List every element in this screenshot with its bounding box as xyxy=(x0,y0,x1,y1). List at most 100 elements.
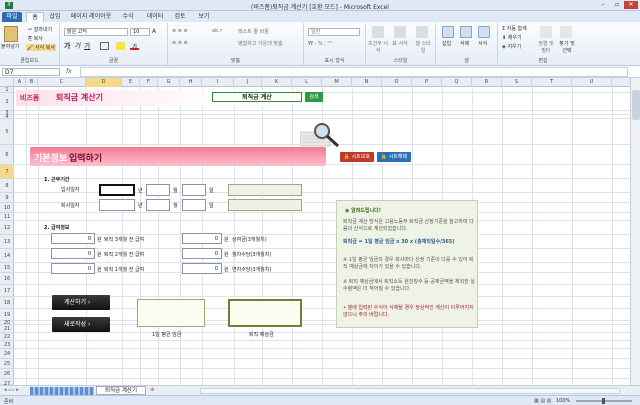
number-format-icons[interactable]: ₩ - % , ⁰⁰ xyxy=(308,41,331,47)
tool-search-box[interactable]: 퇴직금 계산 xyxy=(212,92,302,102)
copy-button[interactable]: ⎘ 복사 xyxy=(28,35,43,42)
column-header-I[interactable]: I xyxy=(202,78,234,87)
salary-2m-input[interactable]: 0 xyxy=(51,248,95,259)
reset-button[interactable]: 새로작성 › xyxy=(52,317,110,332)
column-header-P[interactable]: P xyxy=(412,78,442,87)
fill-color-icon[interactable] xyxy=(116,42,125,50)
sort-filter-button[interactable]: 정렬 및 필터 xyxy=(538,40,554,54)
tab-page-layout[interactable]: 페이지 레이아웃 xyxy=(66,12,116,22)
select-all-corner[interactable] xyxy=(0,78,14,87)
autosum-button[interactable]: Σ 자동 합계 xyxy=(502,25,527,32)
column-header-B[interactable]: B xyxy=(26,78,38,87)
column-header-G[interactable]: G xyxy=(158,78,180,87)
cell-style-button[interactable]: 셀 스타일 xyxy=(414,40,432,54)
sheet-tab-active[interactable]: 퇴직금 계산기 xyxy=(96,386,146,395)
unprotect-sheet-button[interactable]: 🔒 시트해제 xyxy=(377,152,411,162)
restore-icon[interactable]: ▫ xyxy=(610,1,624,9)
merge-center-button[interactable]: 병합하고 가운데 맞춤 xyxy=(238,40,283,47)
salary-1m-input[interactable]: 0 xyxy=(51,263,95,274)
italic-icon[interactable]: 가 xyxy=(74,41,80,51)
row-header-25[interactable]: 25 xyxy=(0,359,14,369)
protect-sheet-button[interactable]: 🔒 시트보호 xyxy=(340,152,374,162)
formula-input[interactable] xyxy=(80,67,628,77)
sheet-nav-icons[interactable]: ◂ ◃ ▹ ▸ xyxy=(4,387,19,393)
close-icon[interactable]: ✕ xyxy=(624,1,638,9)
number-format-select[interactable]: 일반 xyxy=(308,28,360,36)
sheet-tab-hidden[interactable] xyxy=(30,387,94,395)
bold-icon[interactable]: 가 xyxy=(64,41,70,51)
bonus-input[interactable]: 0 xyxy=(182,233,222,244)
find-select-button[interactable]: 찾기 및 선택 xyxy=(558,40,576,54)
join-month-input[interactable] xyxy=(146,184,170,196)
column-header-L[interactable]: L xyxy=(292,78,322,87)
annual-allowance-input[interactable]: 0 xyxy=(182,263,222,274)
column-header-Q[interactable]: Q xyxy=(442,78,472,87)
tab-data[interactable]: 데이터 xyxy=(142,12,168,22)
orientation-icon[interactable]: ab↗ xyxy=(212,28,222,34)
calculate-button[interactable]: 계산하기 › xyxy=(52,295,110,310)
clear-button[interactable]: ◈ 지우기 xyxy=(502,43,521,50)
insert-cells-icon[interactable] xyxy=(442,26,454,38)
join-day-input[interactable] xyxy=(182,184,206,196)
row-header-26[interactable]: 26 xyxy=(0,369,14,379)
tab-review[interactable]: 검토 xyxy=(170,12,190,22)
column-header-H[interactable]: H xyxy=(180,78,202,87)
join-year-input[interactable] xyxy=(99,184,135,196)
find-select-icon[interactable] xyxy=(560,26,572,38)
conditional-format-button[interactable]: 조건부 서식 xyxy=(368,40,388,54)
format-table-button[interactable]: 표 서식 xyxy=(392,40,408,47)
column-header-T[interactable]: T xyxy=(532,78,572,87)
paste-button[interactable]: 붙여넣기 xyxy=(1,43,19,50)
monthly-allowance-input[interactable]: 0 xyxy=(182,248,222,259)
tab-insert[interactable]: 삽입 xyxy=(46,12,64,22)
font-color-icon[interactable]: 가 xyxy=(130,42,139,51)
column-header-F[interactable]: F xyxy=(140,78,158,87)
row-header-23[interactable]: 23 xyxy=(0,341,14,349)
leave-year-input[interactable] xyxy=(99,199,135,211)
align-left-icons[interactable]: ≡ ≡ ≡ xyxy=(172,40,188,46)
column-header-C[interactable]: C xyxy=(38,78,86,87)
zoom-level[interactable]: 100% xyxy=(556,398,570,404)
row-header-12[interactable]: 12 xyxy=(0,221,14,235)
underline-icon[interactable]: 가 xyxy=(84,41,90,51)
row-header-10[interactable]: 10 xyxy=(0,203,14,213)
format-table-icon[interactable] xyxy=(394,26,406,38)
format-button[interactable]: 서식 xyxy=(478,40,487,47)
column-header-K[interactable]: K xyxy=(262,78,292,87)
row-header-14[interactable]: 14 xyxy=(0,249,14,263)
column-header-U[interactable]: U xyxy=(572,78,612,87)
row-header-6[interactable]: 6 xyxy=(0,145,14,165)
cut-button[interactable]: ✂ 잘라내기 xyxy=(28,26,52,33)
cell-style-icon[interactable] xyxy=(416,26,428,38)
row-header-16[interactable]: 16 xyxy=(0,273,14,285)
column-header-O[interactable]: O xyxy=(382,78,412,87)
column-header-R[interactable]: R xyxy=(472,78,502,87)
row-header-8[interactable]: 8 xyxy=(0,179,14,193)
row-header-17[interactable]: 17 xyxy=(0,285,14,297)
fx-icon[interactable]: fx xyxy=(66,68,72,75)
tab-file[interactable]: 파일 xyxy=(2,12,22,22)
row-header-2[interactable]: 2 xyxy=(0,93,14,111)
format-painter-button[interactable]: 🖌 서식 복사 xyxy=(26,44,56,51)
delete-button[interactable]: 삭제 xyxy=(460,40,469,47)
tab-formulas[interactable]: 수식 xyxy=(118,12,138,22)
column-header-N[interactable]: N xyxy=(352,78,382,87)
view-mode-icons[interactable]: ▦ ▤ ▥ xyxy=(534,398,551,404)
align-top-icons[interactable]: ≡ ≡ ≡ xyxy=(172,28,188,34)
border-icon[interactable] xyxy=(100,42,109,50)
column-header-M[interactable]: M xyxy=(322,78,352,87)
format-cells-icon[interactable] xyxy=(478,26,490,38)
column-header-J[interactable]: J xyxy=(234,78,262,87)
column-header-E[interactable]: E xyxy=(122,78,140,87)
zoom-slider-thumb[interactable] xyxy=(602,398,605,404)
column-header-S[interactable]: S xyxy=(502,78,532,87)
excel-icon[interactable]: X xyxy=(2,1,16,9)
font-name-select[interactable]: 맑은 고딕 xyxy=(64,28,128,36)
leave-day-input[interactable] xyxy=(182,199,206,211)
conditional-format-icon[interactable] xyxy=(372,26,384,38)
tab-view[interactable]: 보기 xyxy=(194,12,214,22)
font-size-select[interactable]: 10 xyxy=(130,28,150,36)
vertical-scrollbar[interactable] xyxy=(630,78,640,385)
row-header-21[interactable]: 21 xyxy=(0,325,14,333)
row-header-22[interactable]: 22 xyxy=(0,333,14,341)
